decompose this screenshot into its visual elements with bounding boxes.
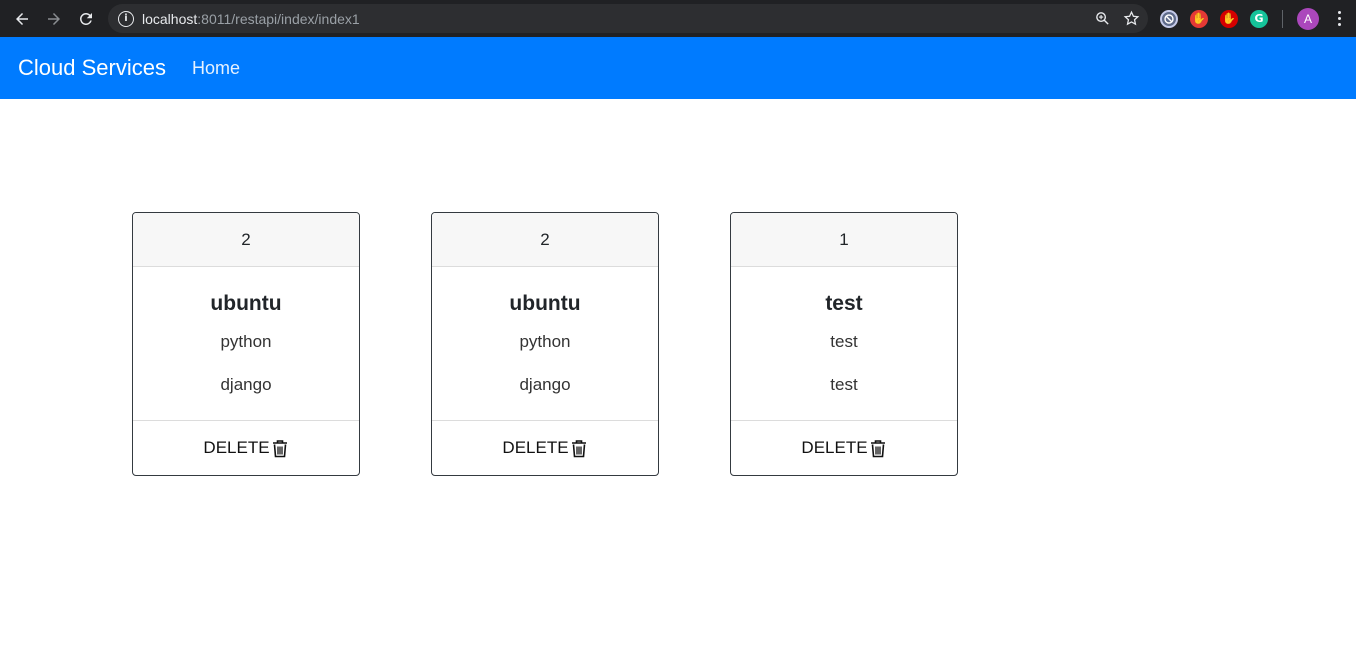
delete-button[interactable]: DELETE — [502, 438, 587, 458]
navbar-brand[interactable]: Cloud Services — [18, 55, 166, 81]
profile-avatar[interactable]: A — [1297, 7, 1319, 30]
browser-toolbar: i localhost:8011/restapi/index/index1 ✋ … — [0, 0, 1356, 37]
trash-icon — [870, 439, 885, 457]
card-body: ubuntu python django — [133, 267, 359, 421]
zoom-icon[interactable] — [1094, 10, 1111, 27]
card-title: test — [825, 292, 863, 315]
card: 1 test test test DELETE — [730, 212, 958, 476]
card-body: ubuntu python django — [432, 267, 658, 421]
card-header: 1 — [731, 213, 957, 267]
card-text: django — [220, 375, 272, 394]
reload-button[interactable] — [70, 0, 102, 37]
delete-label: DELETE — [502, 438, 569, 457]
trash-icon — [272, 439, 287, 457]
card-text: test — [830, 375, 858, 394]
trash-icon — [571, 439, 586, 457]
extension-stop-icon[interactable]: ✋ — [1220, 9, 1238, 28]
delete-label: DELETE — [801, 438, 868, 457]
url-path: :8011/restapi/index/index1 — [197, 10, 360, 27]
card-grid: 2 ubuntu python django DELETE 2 ubuntu p… — [132, 212, 958, 476]
delete-button[interactable]: DELETE — [801, 438, 886, 458]
site-navbar: Cloud Services Home — [0, 37, 1356, 99]
card-header: 2 — [432, 213, 658, 267]
address-bar[interactable]: i localhost:8011/restapi/index/index1 — [108, 4, 1148, 33]
delete-button[interactable]: DELETE — [203, 438, 288, 458]
extension-grammarly-icon[interactable]: G — [1250, 9, 1268, 28]
card: 2 ubuntu python django DELETE — [132, 212, 360, 476]
url-host: localhost — [142, 10, 198, 27]
extension-adblock-icon[interactable]: ✋ — [1190, 9, 1208, 28]
site-info-icon[interactable]: i — [118, 10, 134, 27]
card-body: test test test — [731, 267, 957, 421]
card-text: python — [220, 332, 272, 351]
toolbar-separator — [1282, 9, 1283, 28]
extension-blocker-icon[interactable] — [1160, 9, 1178, 28]
url-text[interactable]: localhost:8011/restapi/index/index1 — [142, 11, 360, 27]
bookmark-star-icon[interactable] — [1123, 10, 1140, 27]
card-text: django — [519, 375, 571, 394]
card-text: test — [830, 332, 858, 351]
card-footer: DELETE — [731, 421, 957, 475]
browser-menu-icon[interactable] — [1331, 11, 1347, 26]
card: 2 ubuntu python django DELETE — [431, 212, 659, 476]
card-header: 2 — [133, 213, 359, 267]
forward-arrow-icon — [48, 12, 60, 25]
card-footer: DELETE — [432, 421, 658, 475]
forward-button[interactable] — [38, 0, 70, 37]
card-footer: DELETE — [133, 421, 359, 475]
card-title: ubuntu — [509, 292, 581, 315]
reload-icon — [79, 12, 92, 25]
delete-label: DELETE — [203, 438, 270, 457]
card-text: python — [519, 332, 571, 351]
back-button[interactable] — [6, 0, 38, 37]
back-arrow-icon — [16, 12, 28, 25]
card-title: ubuntu — [210, 292, 282, 315]
nav-link-home[interactable]: Home — [192, 58, 240, 79]
